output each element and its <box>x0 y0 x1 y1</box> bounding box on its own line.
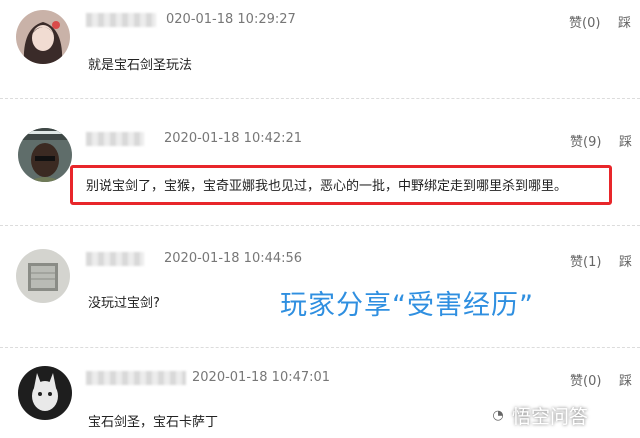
overlay-caption: 玩家分享“受害经历” <box>280 290 534 321</box>
dislike-button[interactable]: 踩 <box>619 370 632 389</box>
divider <box>0 98 640 99</box>
highlight-box <box>70 165 612 205</box>
watermark: ◔ 悟空问答 <box>488 402 588 429</box>
dislike-button[interactable]: 踩 <box>618 12 631 31</box>
like-button[interactable]: 赞(0) <box>569 12 600 31</box>
dislike-button[interactable]: 踩 <box>619 251 632 270</box>
dislike-button[interactable]: 踩 <box>619 131 632 150</box>
comment-timestamp: 2020-01-18 10:44:56 <box>164 251 303 266</box>
avatar[interactable] <box>18 128 72 182</box>
username-redacted[interactable] <box>86 13 156 27</box>
avatar[interactable] <box>16 10 70 64</box>
username-redacted[interactable] <box>86 132 144 146</box>
comment-timestamp: 020-01-18 10:29:27 <box>166 12 296 27</box>
avatar[interactable] <box>18 366 72 420</box>
like-button[interactable]: 赞(9) <box>570 131 601 150</box>
divider <box>0 225 640 226</box>
watermark-text: 悟空问答 <box>512 406 589 428</box>
username-redacted[interactable] <box>86 371 186 385</box>
comment-text: 就是宝石剑圣玩法 <box>88 58 193 73</box>
comment-timestamp: 2020-01-18 10:42:21 <box>164 131 303 146</box>
comment-timestamp: 2020-01-18 10:47:01 <box>192 370 331 385</box>
comment-text: 宝石剑圣，宝石卡萨丁 <box>88 415 219 430</box>
avatar[interactable] <box>16 249 70 303</box>
wukong-logo-icon: ◔ <box>488 405 508 426</box>
username-redacted[interactable] <box>86 252 144 266</box>
like-button[interactable]: 赞(1) <box>570 251 601 270</box>
divider <box>0 347 640 348</box>
comment-text: 没玩过宝剑? <box>88 296 160 311</box>
like-button[interactable]: 赞(0) <box>570 370 601 389</box>
